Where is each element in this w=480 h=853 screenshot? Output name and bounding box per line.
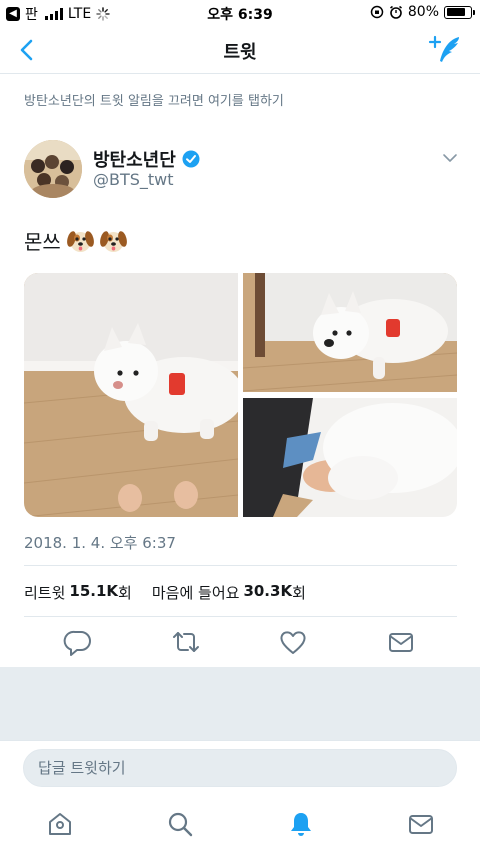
tab-bar	[0, 798, 480, 853]
retweets-count[interactable]: 15.1K	[69, 582, 118, 603]
likes-count[interactable]: 30.3K	[243, 582, 292, 603]
messages-icon[interactable]	[407, 810, 435, 838]
status-right: 80%	[370, 4, 475, 20]
reply-input[interactable]: 답글 트윗하기	[23, 749, 457, 787]
compose-tweet-icon[interactable]	[428, 34, 462, 66]
tweet-timestamp: 2018. 1. 4. 오후 6:37	[24, 534, 176, 552]
tweet-text-content: 몬쓰	[24, 230, 61, 254]
divider	[24, 616, 457, 617]
reply-bar: 답글 트윗하기	[0, 740, 480, 798]
verified-badge-icon	[182, 150, 200, 168]
avatar[interactable]	[24, 140, 82, 198]
notification-banner[interactable]: 방탄소년단의 트윗 알림을 끄려면 여기를 탭하기	[24, 90, 284, 109]
chevron-down-icon[interactable]	[442, 152, 458, 164]
retweet-icon[interactable]	[170, 626, 202, 658]
dog-face-emoji-icon	[99, 230, 127, 252]
avatar-image	[24, 140, 82, 198]
home-icon[interactable]	[46, 810, 74, 838]
likes-label[interactable]: 마음에 들어요	[152, 582, 240, 603]
tweet-photo-1[interactable]	[24, 273, 238, 517]
tweet-stats: 리트윗 15.1K 회 마음에 들어요 30.3K 회	[24, 582, 306, 603]
retweets-unit: 회	[118, 584, 132, 602]
alarm-icon	[389, 5, 402, 19]
like-icon[interactable]	[277, 626, 309, 658]
reply-icon[interactable]	[62, 626, 94, 658]
direct-message-icon[interactable]	[385, 626, 417, 658]
battery-icon	[444, 5, 475, 19]
user-handle[interactable]: @BTS_twt	[93, 170, 174, 189]
nav-bar: 트윗	[0, 26, 480, 74]
status-bar: ◀ 판 LTE 오후 6:39 80%	[0, 0, 480, 26]
replies-area	[0, 667, 480, 740]
display-name[interactable]: 방탄소년단	[93, 146, 200, 172]
tweet-media-grid	[24, 273, 457, 517]
battery-level	[446, 8, 465, 16]
page-title: 트윗	[223, 42, 257, 63]
display-name-text[interactable]: 방탄소년단	[93, 146, 176, 172]
likes-unit: 회	[292, 584, 306, 602]
tweet-photo-3[interactable]	[243, 398, 457, 517]
retweets-label[interactable]: 리트윗	[24, 582, 65, 603]
tweet-text: 몬쓰	[24, 226, 127, 255]
notifications-icon[interactable]	[287, 810, 315, 838]
search-icon[interactable]	[166, 810, 194, 838]
battery-percent: 80%	[407, 4, 439, 20]
dog-face-emoji-icon	[66, 230, 94, 252]
divider	[24, 565, 457, 566]
tweet-photo-2[interactable]	[243, 273, 457, 392]
orientation-lock-icon	[370, 5, 384, 19]
tweet-actions	[0, 626, 480, 658]
